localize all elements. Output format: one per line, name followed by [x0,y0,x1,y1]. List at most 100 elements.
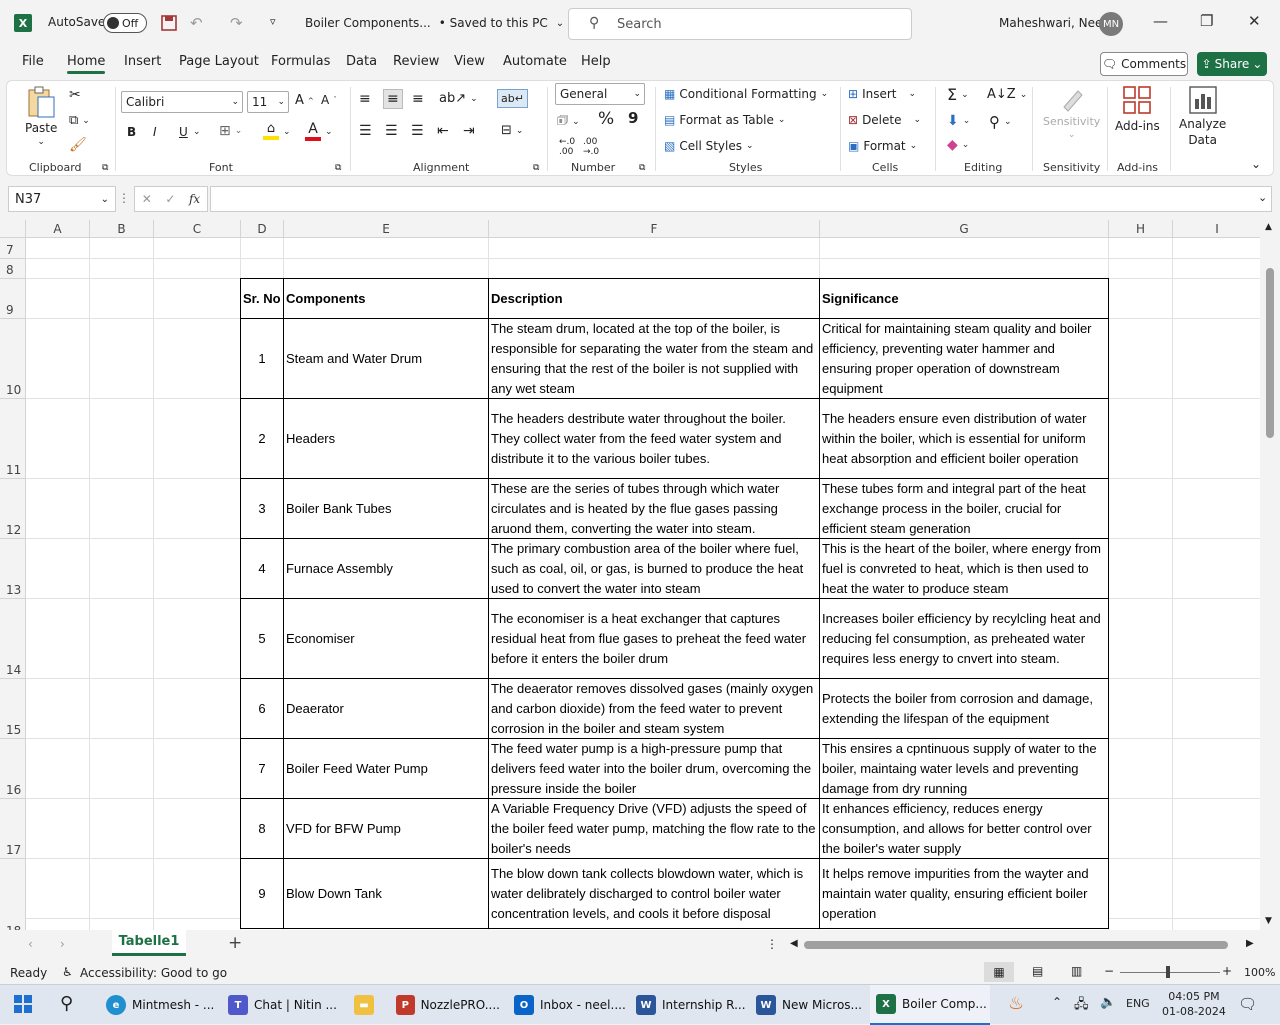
name-box[interactable]: N37 ⌄ [8,186,116,212]
header-significance[interactable]: Significance [819,278,1109,319]
clipboard-launcher-icon[interactable]: ⧉ [102,163,108,173]
zoom-slider[interactable] [1120,972,1220,973]
increase-decimal-icon[interactable]: ←.0.00 [559,137,575,157]
sensitivity-button[interactable]: Sensitivity ⌄ [1043,85,1100,140]
italic-button[interactable]: I [153,125,157,139]
comments-button[interactable]: 🗨 Comments [1100,52,1188,76]
tab-view[interactable]: View [454,54,485,69]
column-header-a[interactable]: A [26,220,90,238]
zoom-in-icon[interactable]: + [1222,964,1232,978]
comma-style-button[interactable]: 9 [628,109,638,127]
cell-significance[interactable]: It enhances efficiency, reduces energy c… [819,798,1109,859]
grow-font-icon[interactable]: A ^ [295,93,314,108]
font-color-icon[interactable]: A [305,121,321,141]
underline-dropdown-icon[interactable]: ⌄ [193,127,201,137]
page-layout-view-icon[interactable]: ▤ [1032,964,1043,978]
row-header-12[interactable]: 12 [0,479,26,539]
column-header-h[interactable]: H [1109,220,1173,238]
tab-formulas[interactable]: Formulas [271,54,330,69]
cell-significance[interactable]: This ensires a cpntinuous supply of wate… [819,738,1109,799]
font-color-dropdown-icon[interactable]: ⌄ [325,127,333,137]
app-tray-icon[interactable]: ♨ [1008,993,1024,1014]
shrink-font-icon[interactable]: Aˇ [321,93,337,107]
cell-description[interactable]: The steam drum, located at the top of th… [488,318,820,399]
row-header-17[interactable]: 17 [0,799,26,859]
tab-help[interactable]: Help [581,54,611,69]
alignment-launcher-icon[interactable]: ⧉ [533,163,539,173]
cell-sr-no[interactable]: 3 [240,478,284,539]
row-header-9[interactable]: 9 [0,279,26,319]
select-all-corner[interactable] [0,220,26,238]
customize-qat-icon[interactable]: ▿ [270,15,276,28]
percent-style-button[interactable]: % [598,109,614,129]
notification-icon[interactable]: 🗨 [1238,995,1257,1013]
copy-icon[interactable]: ⧉ ⌄ [69,113,90,128]
more-icon[interactable]: ⋮ [118,191,130,205]
vertical-scrollbar[interactable]: ▲ ▼ [1262,220,1278,930]
fill-color-icon[interactable]: ⌂ [263,121,279,140]
taskbar-app-outlook[interactable]: O Inbox - neel.... [508,985,626,1025]
wrap-text-icon[interactable]: ab↵ [497,89,528,108]
cell-description[interactable]: The primary combustion area of the boile… [488,538,820,599]
cell-component[interactable]: Steam and Water Drum [283,318,489,399]
row-header-14[interactable]: 14 [0,599,26,679]
cell-component[interactable]: Headers [283,398,489,479]
network-icon[interactable]: 🖧 [1074,995,1089,1017]
close-icon[interactable]: ✕ [1248,12,1261,30]
cell-significance[interactable]: Protects the boiler from corrosion and d… [819,678,1109,739]
volume-icon[interactable]: 🔈 [1100,995,1116,1010]
vertical-scroll-thumb[interactable] [1266,268,1274,438]
tab-file[interactable]: File [22,54,44,69]
cell-sr-no[interactable]: 4 [240,538,284,599]
cell-component[interactable]: Blow Down Tank [283,858,489,929]
number-launcher-icon[interactable]: ⧉ [639,163,645,173]
insert-function-icon[interactable]: fx [189,192,200,206]
row-header-8[interactable]: 8 [0,259,26,279]
column-header-c[interactable]: C [154,220,241,238]
column-header-g[interactable]: G [820,220,1109,238]
header-sr-no[interactable]: Sr. No [240,278,284,319]
row-header-13[interactable]: 13 [0,539,26,599]
windows-start-icon[interactable] [14,995,32,1016]
zoom-level[interactable]: 100% [1244,966,1275,979]
sheet-options-icon[interactable]: ⋮ [766,937,778,951]
search-input[interactable]: ⚲ Search [568,8,912,40]
clock[interactable]: 04:05 PM 01-08-2024 [1162,989,1226,1019]
analyze-data-button[interactable]: Analyze Data [1179,85,1226,147]
scroll-up-icon[interactable]: ▲ [1265,222,1272,232]
column-header-b[interactable]: B [90,220,154,238]
taskbar-app-pdf[interactable]: P NozzlePRO.... [390,985,500,1025]
column-header-f[interactable]: F [489,220,820,238]
enter-icon[interactable]: ✓ [165,192,175,206]
taskbar-app-excel[interactable]: X Boiler Comp... [870,985,990,1025]
sheet-tab-tabelle1[interactable]: Tabelle1 [112,930,186,956]
align-right-icon[interactable]: ☰ [411,123,424,139]
font-name-select[interactable]: Calibri ⌄ [121,91,243,113]
formula-input[interactable] [210,186,1272,212]
cell-description[interactable]: The deaerator removes dissolved gases (m… [488,678,820,739]
cell-description[interactable]: The economiser is a heat exchanger that … [488,598,820,679]
cell-description[interactable]: The blow down tank collects blowdown wat… [488,858,820,929]
font-size-select[interactable]: 11 ⌄ [247,91,289,113]
cell-component[interactable]: Boiler Feed Water Pump [283,738,489,799]
accessibility-status[interactable]: Accessibility: Good to go [80,966,227,980]
cell-sr-no[interactable]: 5 [240,598,284,679]
cancel-icon[interactable]: ✕ [142,192,152,206]
taskbar-app-teams[interactable]: T Chat | Nitin ... [222,985,338,1025]
row-header-16[interactable]: 16 [0,739,26,799]
delete-cells-button[interactable]: ⊠ Delete ⌄ [848,113,921,127]
orientation-icon[interactable]: ab↗ ⌄ [439,91,478,106]
fill-dropdown-icon[interactable]: ⌄ [283,127,291,137]
taskbar-search-icon[interactable]: ⚲ [60,993,73,1014]
scroll-right-icon[interactable]: ▶ [1246,938,1254,949]
row-header-18[interactable]: 18 [0,859,26,930]
row-header-10[interactable]: 10 [0,319,26,399]
tab-home[interactable]: Home [67,54,106,74]
add-ins-button[interactable]: Add-ins [1115,85,1160,133]
find-select-icon[interactable]: ⚲ ⌄ [989,113,1012,131]
taskbar-app-edge[interactable]: e Mintmesh - ... [100,985,216,1025]
new-sheet-icon[interactable]: + [228,933,242,953]
format-as-table-button[interactable]: ▤ Format as Table ⌄ [664,113,785,127]
cell-significance[interactable]: This is the heart of the boiler, where e… [819,538,1109,599]
row-header-7[interactable]: 7 [0,238,26,259]
